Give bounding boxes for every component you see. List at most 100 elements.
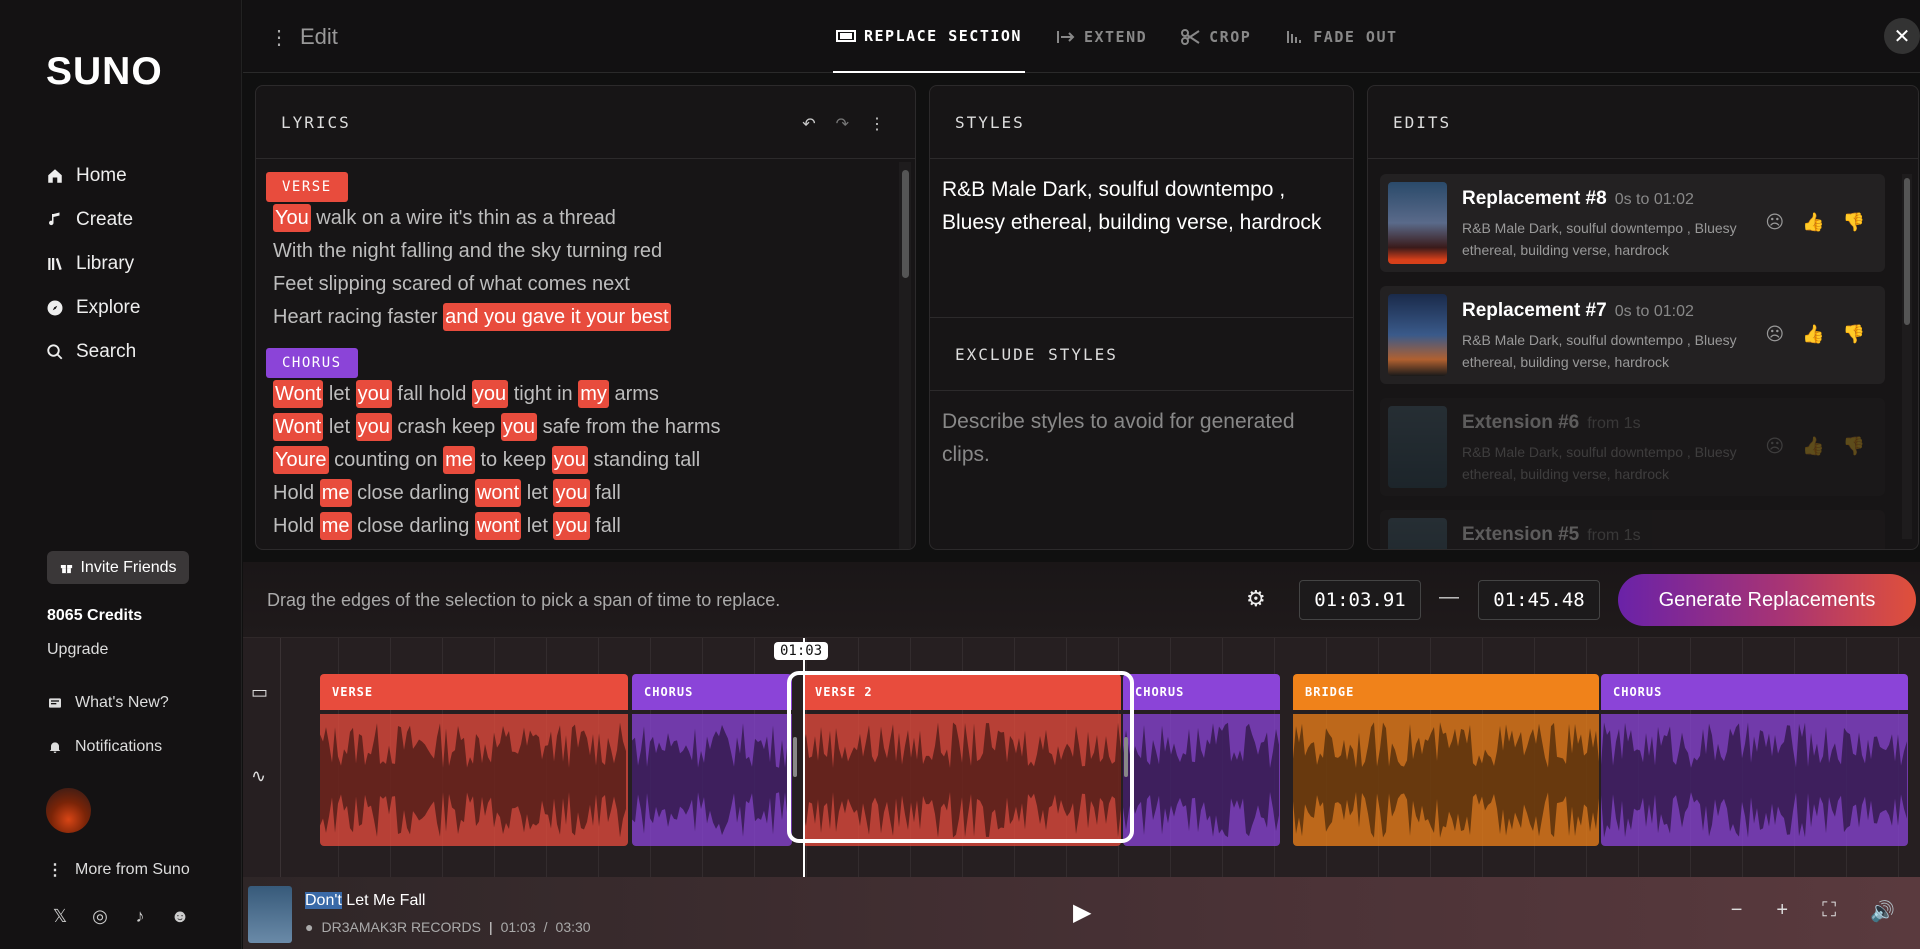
track-title[interactable]: Don't Let Me Fall bbox=[305, 892, 425, 910]
time-range-separator: — bbox=[1439, 586, 1459, 608]
edits-scrollbar[interactable] bbox=[1902, 174, 1912, 539]
verse-tag: VERSE bbox=[266, 172, 348, 202]
tab-replace-section[interactable]: REPLACE SECTION bbox=[833, 0, 1025, 73]
fade-out-icon bbox=[1287, 30, 1302, 43]
styles-input[interactable]: R&B Male Dark, soulful downtempo , Blues… bbox=[930, 159, 1353, 318]
thumbs-up-icon[interactable]: 👍 bbox=[1802, 436, 1824, 457]
play-icon[interactable]: ▶ bbox=[1073, 898, 1091, 927]
more-from-suno-link[interactable]: ⋮ More from Suno bbox=[47, 860, 190, 880]
track-thumbnail[interactable] bbox=[248, 886, 292, 943]
edit-thumbnail bbox=[1388, 406, 1447, 488]
more-from-suno-label: More from Suno bbox=[75, 861, 190, 878]
edit-card[interactable]: Replacement #8 0s to 01:02 R&B Male Dark,… bbox=[1380, 174, 1885, 272]
lyric-word: fall bbox=[595, 515, 621, 537]
redo-icon[interactable]: ↷ bbox=[836, 114, 849, 134]
page-title: Edit bbox=[300, 24, 338, 49]
zoom-in-icon[interactable]: + bbox=[1776, 899, 1788, 924]
nav-explore[interactable]: Explore bbox=[46, 286, 140, 330]
lyric-word: hold bbox=[428, 383, 467, 405]
nav-search[interactable]: Search bbox=[46, 330, 140, 374]
tab-extend[interactable]: EXTEND bbox=[1053, 0, 1150, 73]
emoji-icon[interactable]: ☹ bbox=[1765, 324, 1784, 345]
emoji-icon[interactable]: ☹ bbox=[1765, 212, 1784, 233]
selection-right-handle[interactable] bbox=[1124, 737, 1128, 777]
volume-icon[interactable]: 🔊 bbox=[1870, 899, 1895, 924]
replace-selection[interactable] bbox=[787, 671, 1134, 843]
generate-replacements-button[interactable]: Generate Replacements bbox=[1618, 574, 1916, 626]
meta-divider: | bbox=[488, 919, 493, 935]
tab-fade-out-label: FADE OUT bbox=[1313, 27, 1398, 46]
whats-new-link[interactable]: What's New? bbox=[47, 694, 169, 712]
lyrics-scroll-thumb[interactable] bbox=[902, 170, 909, 278]
lyric-word: let bbox=[328, 383, 351, 405]
lyric-highlight: you bbox=[553, 512, 590, 540]
timeline-section[interactable]: CHORUS bbox=[632, 674, 792, 846]
lyric-highlight: you bbox=[551, 446, 588, 474]
timeline-section[interactable]: CHORUS bbox=[1601, 674, 1908, 846]
tab-crop[interactable]: CROP bbox=[1178, 0, 1254, 73]
lyric-word: close bbox=[357, 482, 404, 504]
timeline[interactable]: ▭ ∿ VERSE CHORUS VERSE 2 CHORUS BRIDGE CHORUS… bbox=[243, 637, 1920, 878]
selection-end-input[interactable]: 01:45.48 bbox=[1478, 580, 1600, 620]
edits-scroll-thumb[interactable] bbox=[1904, 178, 1910, 325]
track-title-selected: Don't bbox=[305, 892, 342, 909]
selection-start-input[interactable]: 01:03.91 bbox=[1299, 580, 1421, 620]
thumbs-down-icon[interactable]: 👎 bbox=[1843, 436, 1865, 457]
edit-name: Extension #5 bbox=[1462, 524, 1580, 545]
edit-description: R&B Male Dark, soulful downtempo , Blues… bbox=[1462, 332, 1737, 370]
suno-logo[interactable]: SUNO bbox=[46, 50, 163, 94]
lyric-highlight: me bbox=[443, 446, 475, 474]
fullscreen-icon[interactable]: ⛶ bbox=[1822, 899, 1836, 924]
edit-card[interactable]: Extension #6 from 1s R&B Male Dark, soulf… bbox=[1380, 398, 1885, 496]
tab-fade-out[interactable]: FADE OUT bbox=[1282, 0, 1400, 73]
selection-left-handle[interactable] bbox=[793, 737, 797, 777]
thumbs-down-icon[interactable]: 👎 bbox=[1843, 212, 1865, 233]
invite-friends-button[interactable]: Invite Friends bbox=[47, 551, 189, 584]
styles-panel: STYLES R&B Male Dark, soulful downtempo … bbox=[929, 85, 1354, 550]
x-twitter-icon[interactable]: 𝕏 bbox=[50, 906, 70, 926]
edit-time: 0s to 01:02 bbox=[1614, 303, 1694, 320]
user-avatar[interactable] bbox=[46, 788, 91, 833]
edit-card[interactable]: Replacement #7 0s to 01:02 R&B Male Dark,… bbox=[1380, 286, 1885, 384]
scissors-icon bbox=[1181, 28, 1200, 45]
lyric-word: harms bbox=[664, 416, 721, 438]
waveform bbox=[320, 714, 628, 846]
lyric-line: Youre counting on me to keep you standin… bbox=[266, 444, 895, 477]
exclude-styles-input[interactable]: Describe styles to avoid for generated c… bbox=[930, 391, 1353, 485]
zoom-out-icon[interactable]: − bbox=[1731, 899, 1743, 924]
thumbs-down-icon[interactable]: 👎 bbox=[1843, 324, 1865, 345]
discord-icon[interactable]: ☻ bbox=[170, 906, 190, 926]
lyric-highlight: you bbox=[355, 380, 392, 408]
nav-home[interactable]: Home bbox=[46, 154, 140, 198]
instagram-icon[interactable]: ◎ bbox=[90, 906, 110, 926]
thumbs-up-icon[interactable]: 👍 bbox=[1802, 212, 1824, 233]
track-artist[interactable]: DR3AMAK3R RECORDS bbox=[321, 919, 480, 935]
thumbs-up-icon[interactable]: 👍 bbox=[1802, 324, 1824, 345]
nav-create[interactable]: Create bbox=[46, 198, 140, 242]
playhead[interactable] bbox=[803, 638, 805, 878]
timeline-section[interactable]: BRIDGE bbox=[1293, 674, 1599, 846]
lyrics-scrollbar[interactable] bbox=[899, 162, 911, 549]
close-button[interactable]: ✕ bbox=[1884, 18, 1920, 54]
nav-search-label: Search bbox=[76, 341, 137, 362]
undo-icon[interactable]: ↶ bbox=[802, 114, 815, 134]
edit-menu-icon[interactable]: ⋮ bbox=[269, 25, 289, 50]
lyric-word: keep bbox=[451, 416, 496, 438]
lyrics-editor[interactable]: VERSE You walk on a wire it's thin as a … bbox=[266, 172, 895, 549]
emoji-icon[interactable]: ☹ bbox=[1765, 436, 1784, 457]
edit-card[interactable]: Extension #5 from 1s bbox=[1380, 510, 1885, 549]
timeline-section[interactable]: VERSE bbox=[320, 674, 628, 846]
time-separator: / bbox=[543, 919, 548, 935]
lyric-word: counting bbox=[334, 449, 410, 471]
tiktok-icon[interactable]: ♪ bbox=[130, 906, 150, 926]
nav-library[interactable]: Library bbox=[46, 242, 140, 286]
upgrade-link[interactable]: Upgrade bbox=[47, 641, 108, 659]
gear-icon[interactable]: ⚙ bbox=[1246, 586, 1266, 612]
notifications-link[interactable]: Notifications bbox=[47, 738, 162, 756]
lyric-word: in bbox=[557, 383, 573, 405]
whats-new-label: What's New? bbox=[75, 694, 169, 711]
timeline-section[interactable]: CHORUS bbox=[1123, 674, 1280, 846]
timeline-icons: ▭ ∿ bbox=[243, 638, 281, 878]
lyrics-menu-icon[interactable]: ⋮ bbox=[869, 114, 885, 134]
lyric-line: Heart racing faster and you gave it your… bbox=[266, 301, 895, 334]
